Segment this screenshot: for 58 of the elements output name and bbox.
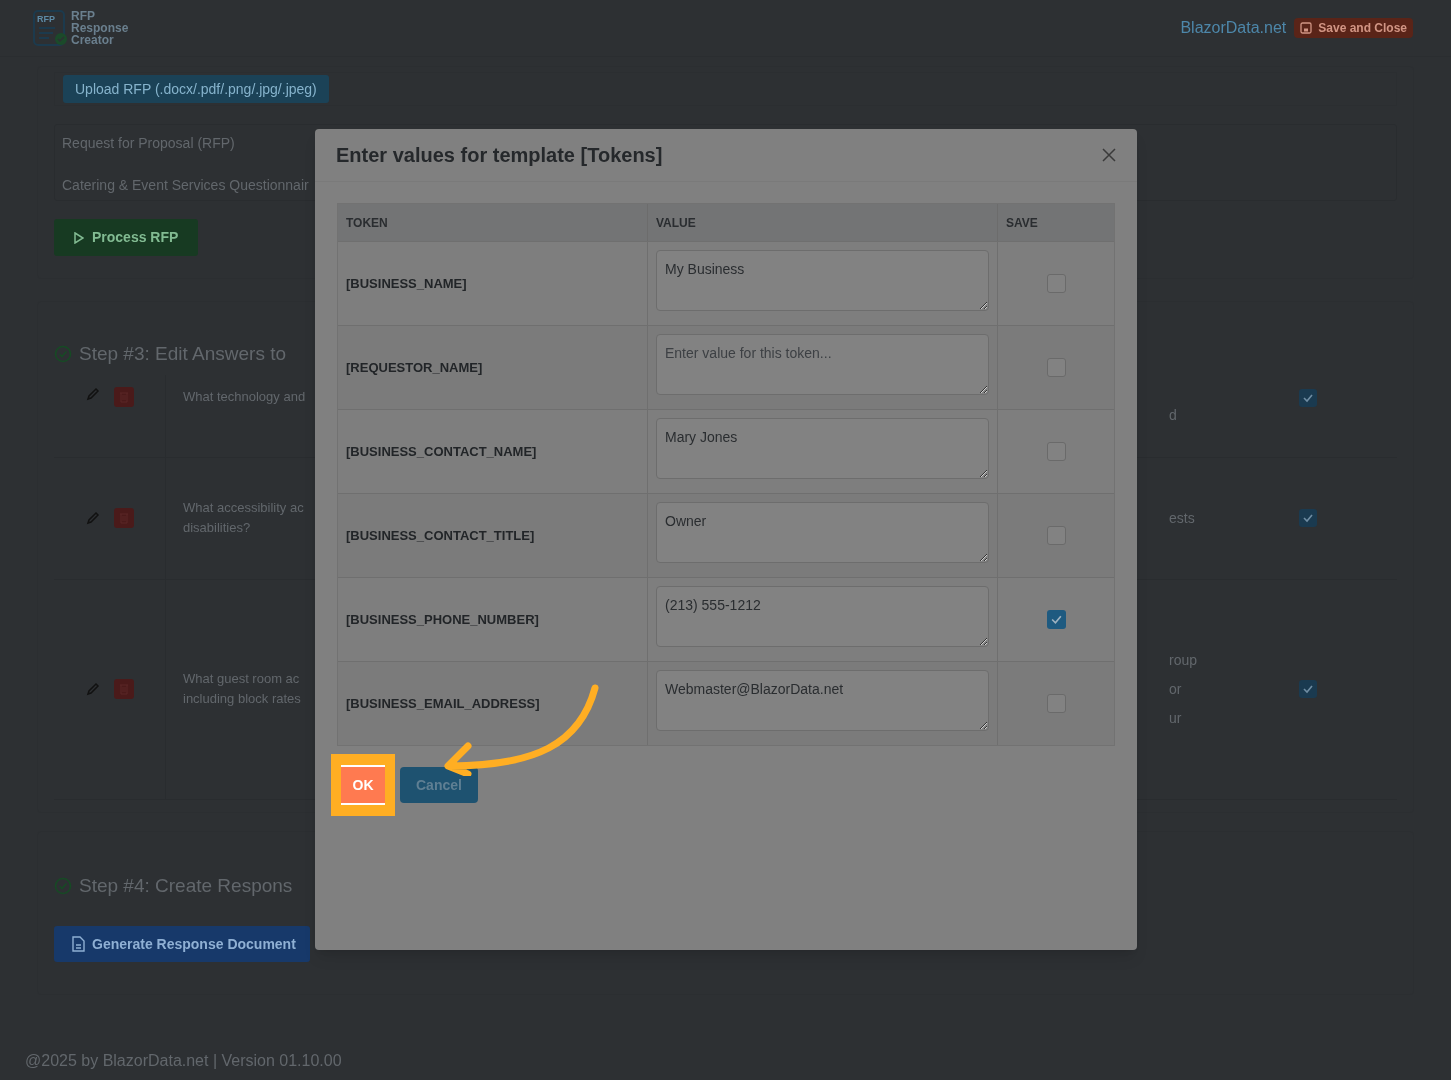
- checkmark-icon: [1049, 613, 1063, 626]
- checkbox[interactable]: [1046, 358, 1066, 377]
- token-name: [BUSINESS_CONTACT_NAME]: [346, 442, 537, 461]
- token-name: [BUSINESS_EMAIL_ADDRESS]: [346, 694, 540, 713]
- token-value-field[interactable]: Enter value for this token...: [656, 334, 989, 395]
- token-name: [BUSINESS_CONTACT_TITLE]: [346, 526, 535, 545]
- question-text: What accessibility ac disabilities?: [183, 499, 304, 537]
- process-rfp-button[interactable]: Process RFP: [54, 219, 199, 256]
- answer-text: ur: [1169, 708, 1183, 728]
- pencil-icon[interactable]: [85, 682, 100, 696]
- answer-text: d: [1169, 406, 1178, 425]
- close-icon[interactable]: [1102, 148, 1116, 162]
- answer-text: ests: [1169, 508, 1196, 528]
- token-name: [BUSINESS_NAME]: [346, 274, 467, 293]
- play-icon: [74, 231, 84, 244]
- token-value-field[interactable]: My Business: [656, 250, 989, 311]
- token-name: [REQUESTOR_NAME]: [346, 358, 483, 377]
- column-header: VALUE: [656, 214, 696, 232]
- checkbox[interactable]: [1299, 509, 1317, 527]
- pencil-icon[interactable]: [85, 511, 100, 525]
- generate-response-button[interactable]: Generate Response Document: [54, 926, 310, 962]
- check-circle-icon: [54, 876, 72, 895]
- pencil-icon[interactable]: [85, 386, 100, 401]
- ok-button[interactable]: OK: [341, 765, 385, 805]
- answer-text: roup: [1169, 650, 1199, 670]
- cancel-button[interactable]: Cancel: [400, 767, 478, 803]
- footer-text: @2025 by BlazorData.net | Version 01.10.00: [25, 1051, 343, 1071]
- step-heading: Step #3: Edit Answers to: [79, 342, 286, 366]
- token-value-field[interactable]: Webmaster@BlazorData.net: [656, 670, 989, 731]
- app-logo-text: RFP Response Creator: [71, 10, 129, 46]
- checkmark-icon: [1302, 512, 1314, 524]
- question-text: What technology and: [183, 387, 306, 406]
- column-header: SAVE: [1006, 214, 1038, 232]
- checkbox[interactable]: [1046, 610, 1066, 629]
- column-header: TOKEN: [346, 214, 388, 232]
- token-name: [BUSINESS_PHONE_NUMBER]: [346, 610, 539, 629]
- token-value-field[interactable]: Owner: [656, 502, 989, 563]
- checkbox[interactable]: [1046, 694, 1066, 713]
- save-and-close-button[interactable]: Save and Close: [1294, 18, 1413, 38]
- trash-button[interactable]: [113, 508, 134, 528]
- checkmark-icon: [1302, 683, 1314, 695]
- trash-button[interactable]: [113, 386, 134, 407]
- answer-text: or: [1169, 679, 1183, 699]
- site-link[interactable]: BlazorData.net: [1180, 16, 1287, 40]
- checkbox[interactable]: [1046, 526, 1066, 545]
- token-value-field[interactable]: Mary Jones: [656, 418, 989, 479]
- question-text: What guest room ac including block rates: [183, 670, 301, 708]
- checkbox[interactable]: [1046, 442, 1066, 461]
- step-heading: Step #4: Create Respons: [79, 873, 293, 898]
- upload-rfp-button[interactable]: Upload RFP (.docx/.pdf/.png/.jpg/.jpeg): [63, 75, 329, 103]
- checkbox[interactable]: [1299, 388, 1317, 407]
- check-circle-icon: [54, 345, 72, 364]
- trash-button[interactable]: [113, 679, 134, 699]
- token-value-field[interactable]: (213) 555-1212: [656, 586, 989, 647]
- document-icon: [72, 936, 85, 952]
- checkbox[interactable]: [1046, 274, 1066, 293]
- checkbox[interactable]: [1299, 680, 1317, 698]
- modal-title: Enter values for template [Tokens]: [336, 143, 663, 168]
